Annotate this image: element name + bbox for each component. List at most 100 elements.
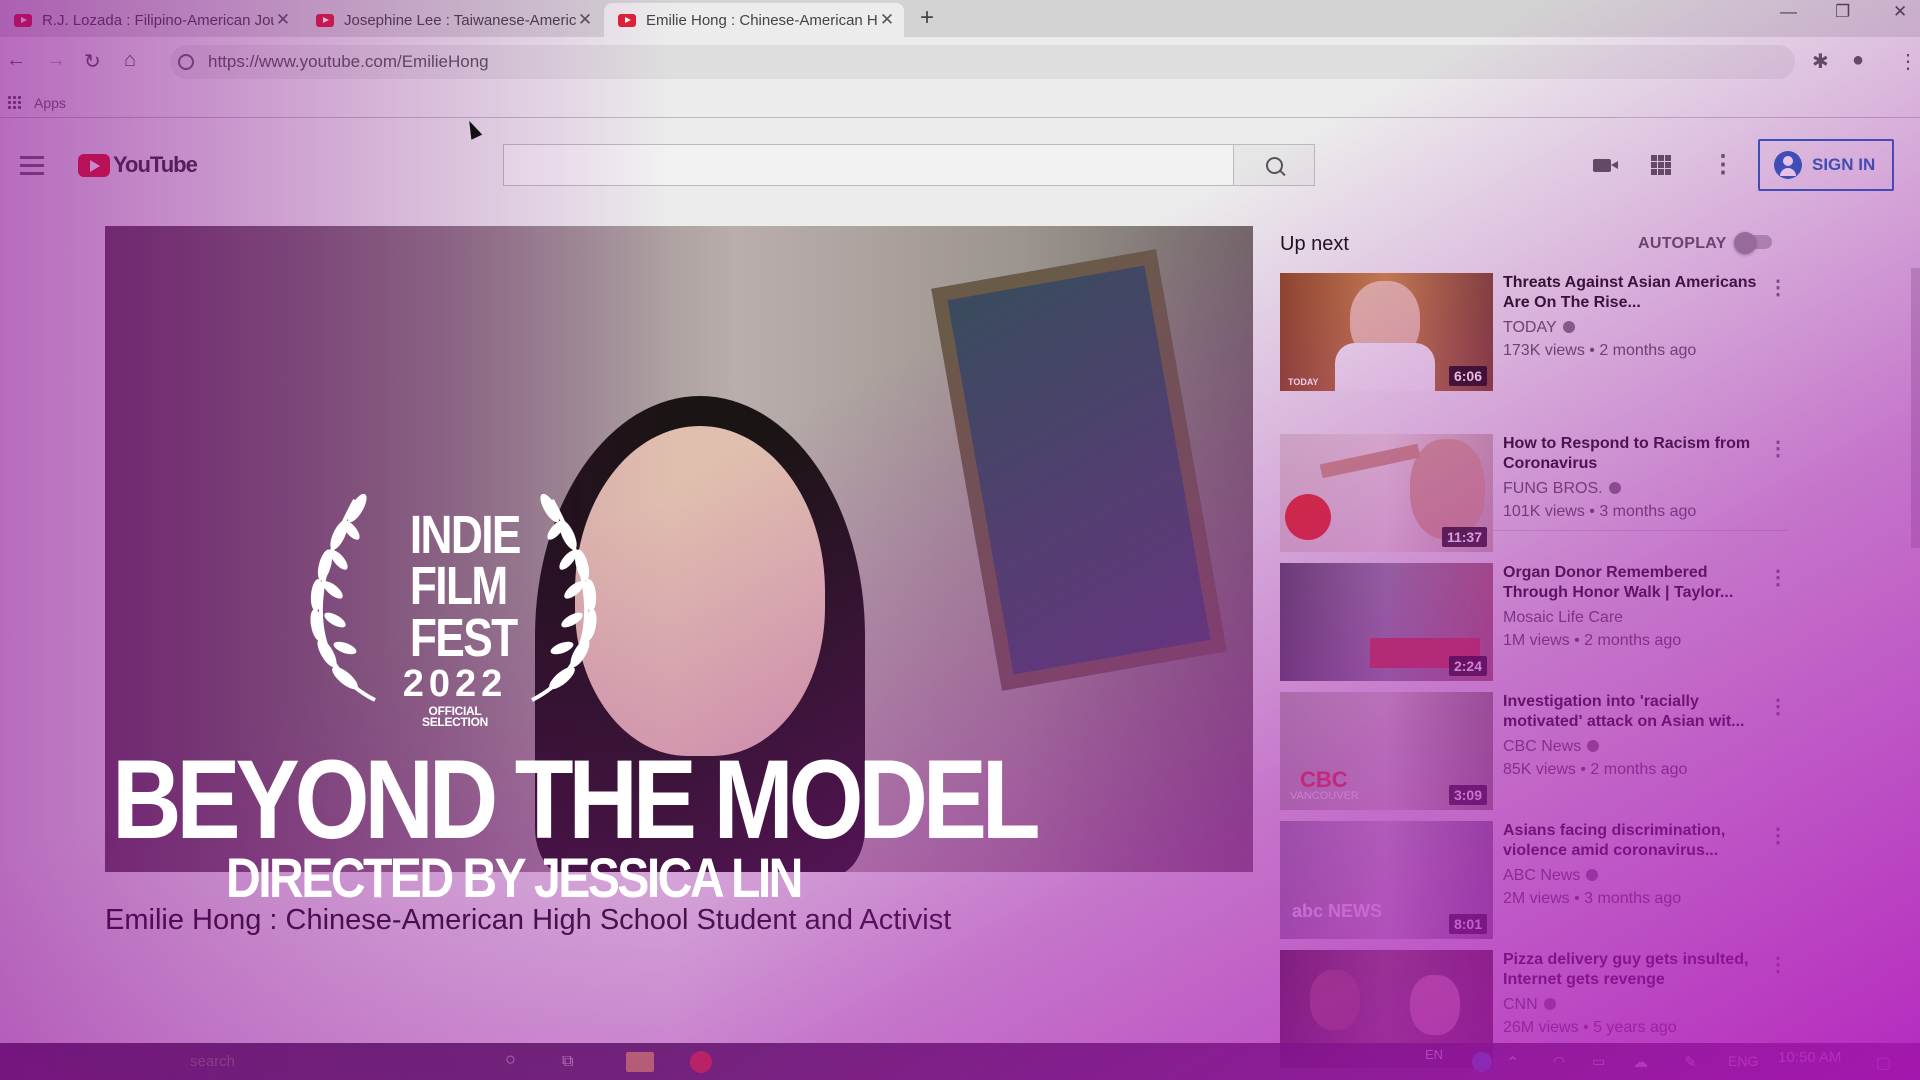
bookmarks-bar: Apps <box>0 87 1920 118</box>
new-tab-button[interactable]: + <box>920 4 934 32</box>
video-frame-person-face <box>575 426 825 756</box>
channel-name[interactable]: CBC News <box>1503 738 1600 756</box>
video-thumbnail[interactable]: TODAY 6:06 <box>1280 273 1493 391</box>
recommended-video[interactable]: 11:37 How to Respond to Racism from Coro… <box>1280 434 1788 552</box>
video-duration: 8:01 <box>1448 914 1487 934</box>
close-window-icon[interactable]: ✕ <box>1893 2 1907 22</box>
search-icon <box>1265 156 1283 174</box>
minimize-icon[interactable]: — <box>1780 2 1797 22</box>
festival-year: 2022 <box>402 662 508 705</box>
video-duration: 6:06 <box>1448 366 1487 386</box>
channel-name-text: CBC News <box>1503 738 1582 755</box>
channel-name[interactable]: ABC News <box>1503 867 1599 885</box>
more-vert-icon[interactable]: ⋮ <box>1768 275 1788 300</box>
youtube-logo[interactable]: YouTube <box>78 152 198 178</box>
apps-grid-icon[interactable] <box>7 95 21 109</box>
autoplay-toggle[interactable] <box>1734 232 1774 254</box>
pen-icon[interactable]: ✎ <box>1684 1053 1697 1071</box>
tab-rj-lozada[interactable]: R.J. Lozada : Filipino-American Jou ✕ <box>0 3 300 37</box>
more-vert-icon[interactable]: ⋮ <box>1768 823 1788 848</box>
verified-icon <box>1562 321 1575 333</box>
tab-josephine-lee[interactable]: Josephine Lee : Taiwanese-Americ ✕ <box>302 3 602 37</box>
autoplay-label: AUTOPLAY <box>1638 235 1727 252</box>
video-title-link[interactable]: How to Respond to Racism from Coronaviru… <box>1503 434 1763 474</box>
search-input[interactable] <box>504 145 1244 183</box>
video-title-link[interactable]: Organ Donor Remembered Through Honor Wal… <box>1503 563 1763 603</box>
clock-time[interactable]: 10:50 AM <box>1778 1049 1841 1066</box>
channel-name[interactable]: TODAY <box>1503 319 1575 337</box>
tray-expand-icon[interactable]: ⌃ <box>1506 1053 1519 1073</box>
more-vert-icon[interactable]: ⋮ <box>1768 565 1788 590</box>
up-next-heading: Up next <box>1280 233 1349 255</box>
apps-bookmark[interactable]: Apps <box>34 95 66 111</box>
file-explorer-icon[interactable] <box>626 1052 654 1072</box>
festival-laurel-text: INDIE FILM FEST 2022 OFFICIAL SELECTION <box>400 508 522 730</box>
sign-in-button[interactable]: SIGN IN <box>1758 139 1894 191</box>
taskbar-search-hint[interactable]: search <box>190 1053 235 1070</box>
tab-emilie-hong[interactable]: Emilie Hong : Chinese-American Hi ✕ <box>604 3 904 37</box>
onedrive-icon[interactable]: ☁ <box>1633 1053 1648 1071</box>
url-field[interactable]: https://www.youtube.com/EmilieHong <box>170 45 1795 79</box>
search-button[interactable] <box>1233 145 1314 185</box>
hamburger-menu-icon[interactable] <box>20 156 44 180</box>
festival-selection: OFFICIAL SELECTION <box>422 703 488 730</box>
recommended-video[interactable]: abc NEWS 8:01 Asians facing discriminati… <box>1280 821 1788 939</box>
close-tab-icon[interactable]: ✕ <box>878 10 896 30</box>
video-meta: 26M views • 5 years ago <box>1503 1019 1677 1036</box>
extensions-icon[interactable]: ✱ <box>1812 49 1829 74</box>
channel-name-text: ABC News <box>1503 867 1581 884</box>
forward-icon[interactable]: → <box>46 49 66 72</box>
video-camera-icon <box>1593 158 1618 172</box>
close-tab-icon[interactable]: ✕ <box>576 10 594 30</box>
sign-in-label: SIGN IN <box>1812 155 1876 174</box>
wifi-icon[interactable]: ◠ <box>1553 1053 1565 1070</box>
video-thumbnail[interactable]: 2:24 <box>1280 563 1493 681</box>
video-title-link[interactable]: Threats Against Asian Americans Are On T… <box>1503 273 1763 313</box>
video-title-link[interactable]: Investigation into 'racially motivated' … <box>1503 692 1763 732</box>
video-meta: 173K views • 2 months ago <box>1503 342 1697 359</box>
youtube-favicon-icon <box>618 13 636 27</box>
address-bar-row: ← → ↻ ⌂ https://www.youtube.com/EmilieHo… <box>0 37 1920 87</box>
windows-taskbar: search ○ ⧉ EN ⌃ ◠ ▭ ☁ ✎ ENG 10:50 AM ▢ <box>0 1043 1920 1080</box>
video-title-link[interactable]: Asians facing discrimination, violence a… <box>1503 821 1763 861</box>
close-tab-icon[interactable]: ✕ <box>274 10 292 30</box>
video-thumbnail[interactable]: 11:37 <box>1280 434 1493 552</box>
more-vert-icon[interactable]: ⋮ <box>1768 436 1788 461</box>
battery-icon[interactable]: ▭ <box>1592 1053 1605 1070</box>
video-duration: 3:09 <box>1448 785 1487 805</box>
reload-icon[interactable]: ↻ <box>84 49 101 74</box>
recommended-video[interactable]: CBC VANCOUVER 3:09 Investigation into 'r… <box>1280 692 1788 810</box>
restore-icon[interactable]: ❐ <box>1835 2 1850 22</box>
channel-name[interactable]: CNN <box>1503 996 1556 1014</box>
create-video-button[interactable] <box>1589 152 1618 178</box>
browser-tab-bar: R.J. Lozada : Filipino-American Jou ✕ Jo… <box>0 0 1920 37</box>
back-icon[interactable]: ← <box>6 49 26 72</box>
cortana-icon[interactable]: ○ <box>505 1049 516 1070</box>
channel-name[interactable]: Mosaic Life Care <box>1503 609 1623 627</box>
page-scrollbar[interactable] <box>1911 268 1920 548</box>
home-icon[interactable]: ⌂ <box>124 49 136 72</box>
help-icon[interactable] <box>1472 1052 1492 1072</box>
recommended-video[interactable]: 2:24 Organ Donor Remembered Through Hono… <box>1280 563 1788 681</box>
video-thumbnail[interactable]: CBC VANCOUVER 3:09 <box>1280 692 1493 810</box>
youtube-play-logo-icon <box>78 153 110 177</box>
youtube-logo-text: YouTube <box>113 152 198 177</box>
profile-icon[interactable]: ● <box>1852 49 1864 72</box>
channel-name[interactable]: FUNG BROS. <box>1503 480 1621 498</box>
more-vert-icon[interactable]: ⋮ <box>1768 952 1788 977</box>
notifications-icon[interactable]: ▢ <box>1876 1053 1891 1073</box>
input-lang[interactable]: ENG <box>1728 1053 1758 1069</box>
task-view-icon[interactable]: ⧉ <box>562 1053 573 1071</box>
site-info-icon[interactable] <box>178 54 194 70</box>
chrome-icon[interactable] <box>690 1051 712 1073</box>
tab-title: R.J. Lozada : Filipino-American Jou <box>42 11 274 29</box>
tab-title: Emilie Hong : Chinese-American Hi <box>646 11 878 29</box>
browser-menu-icon[interactable]: ⋮ <box>1898 49 1918 74</box>
video-thumbnail[interactable]: abc NEWS 8:01 <box>1280 821 1493 939</box>
recommended-video[interactable]: TODAY 6:06 Threats Against Asian America… <box>1280 273 1788 391</box>
video-title-link[interactable]: Pizza delivery guy gets insulted, Intern… <box>1503 950 1763 990</box>
more-vert-icon[interactable]: ⋮ <box>1768 694 1788 719</box>
settings-menu-button[interactable]: ⋮ <box>1710 152 1736 178</box>
director-credit: DIRECTED BY JESSICA LIN <box>226 846 803 909</box>
youtube-apps-button[interactable] <box>1648 152 1674 178</box>
